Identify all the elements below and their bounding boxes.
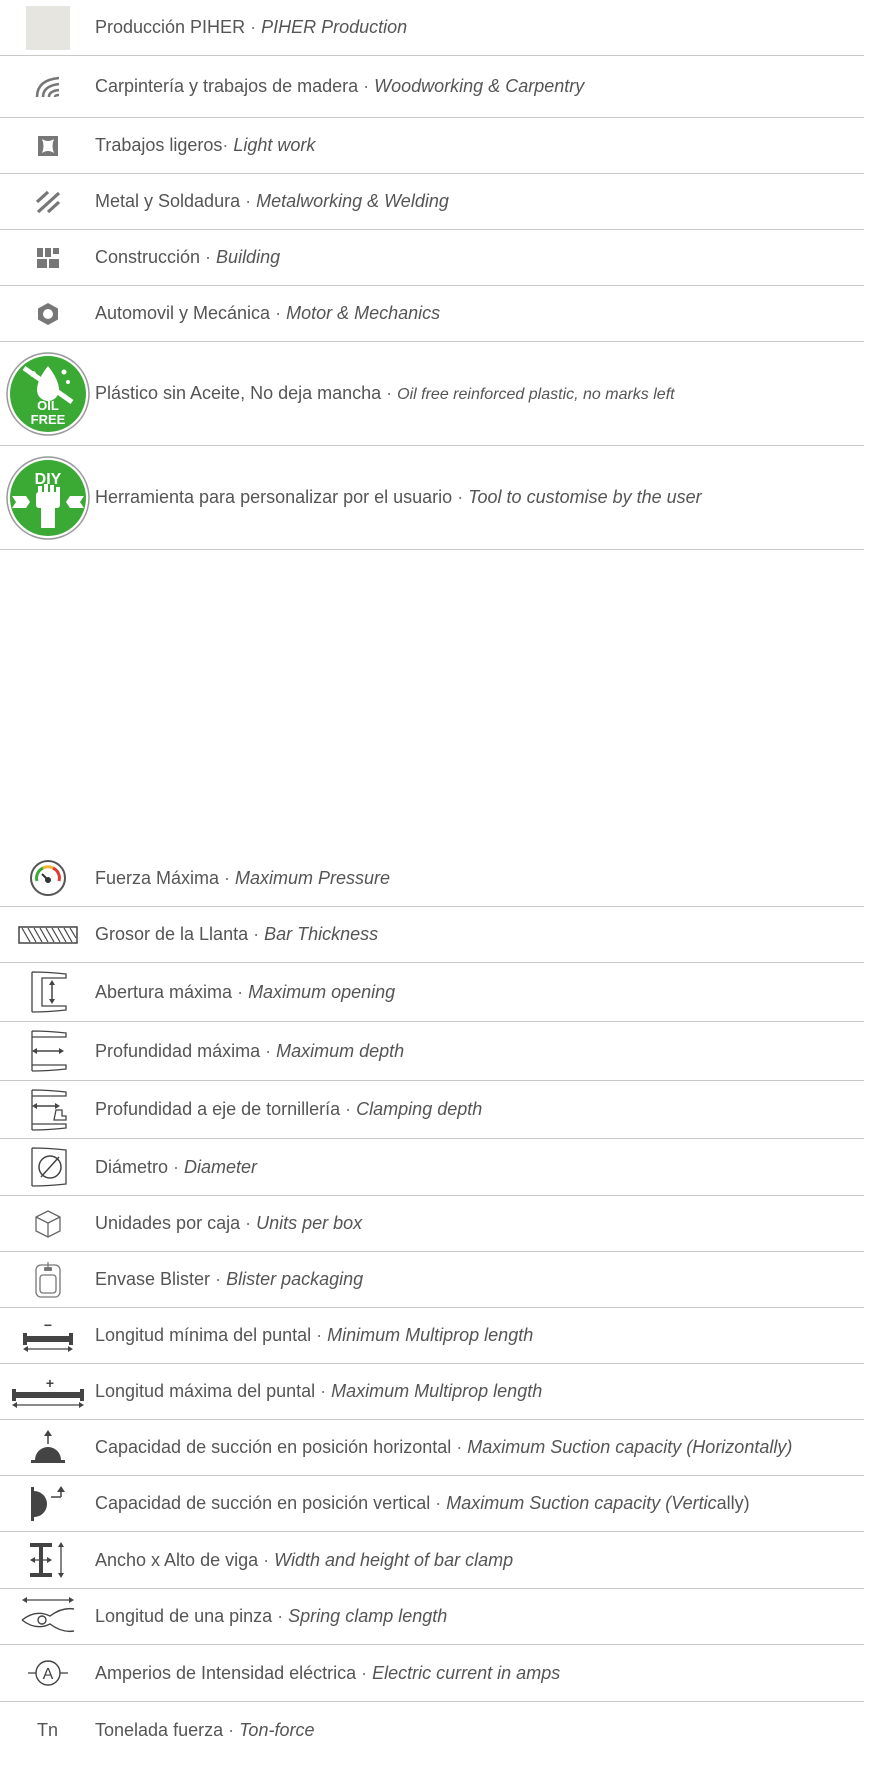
legend-row-bar-clamp-size: Ancho x Alto de viga · Width and height … <box>0 1532 864 1589</box>
legend-row-amperes: A Amperios de Intensidad eléctrica · Ele… <box>0 1645 864 1702</box>
svg-text:FREE: FREE <box>30 412 65 427</box>
svg-text:OIL: OIL <box>37 398 59 413</box>
svg-text:A: A <box>42 1666 53 1683</box>
svg-text:+: + <box>45 1375 53 1391</box>
max-multiprop-length-icon: + <box>0 1375 95 1409</box>
suction-horizontal-icon <box>0 1429 95 1466</box>
metalworking-icon <box>0 190 95 213</box>
woodworking-icon <box>0 76 95 98</box>
building-icon <box>0 247 95 269</box>
max-depth-icon <box>0 1029 95 1073</box>
legend-row-suction-horizontal: Capacidad de succión en posición horizon… <box>0 1420 864 1476</box>
clamping-depth-icon <box>0 1088 95 1132</box>
spring-clamp-length-icon <box>0 1596 95 1637</box>
blister-packaging-icon <box>0 1261 95 1299</box>
legend-row-diy: DIY Herramienta para personalizar por el… <box>0 446 864 550</box>
units-per-box-icon <box>0 1209 95 1239</box>
legend-row-max-depth: Profundidad máxima · Maximum depth <box>0 1022 864 1081</box>
ton-force-glyph: Tn <box>36 1719 58 1740</box>
legend-row-light-work: Trabajos ligeros· Light work <box>0 118 864 174</box>
legend-row-suction-vertical: Capacidad de succión en posición vertica… <box>0 1476 864 1532</box>
legend-row-min-multiprop: − Longitud mínima del puntal · Minimum M… <box>0 1308 864 1364</box>
suction-vertical-icon <box>0 1485 95 1523</box>
diy-badge-icon: DIY <box>0 455 95 540</box>
legend-row-piher-production: Producción PIHER · PIHER Production <box>0 0 864 56</box>
svg-text:DIY: DIY <box>34 471 61 488</box>
legend-row-diameter: Diámetro · Diameter <box>0 1139 864 1196</box>
max-opening-icon <box>0 970 95 1014</box>
legend-row-building: Construcción · Building <box>0 230 864 286</box>
bar-thickness-icon <box>0 925 95 944</box>
legend-row-spring-clamp: Longitud de una pinza · Spring clamp len… <box>0 1589 864 1645</box>
legend-row-metalworking: Metal y Soldadura · Metalworking & Weldi… <box>0 174 864 230</box>
motor-mechanics-icon <box>0 302 95 326</box>
legend-row-units-per-box: Unidades por caja · Units per box <box>0 1196 864 1252</box>
bar-clamp-width-height-icon <box>0 1540 95 1580</box>
diameter-icon <box>0 1146 95 1188</box>
legend-row-woodworking: Carpintería y trabajos de madera · Woodw… <box>0 56 864 118</box>
pressure-gauge-icon <box>0 859 95 897</box>
oil-free-badge-icon: OIL FREE <box>0 351 95 436</box>
legend-row-max-opening: Abertura máxima · Maximum opening <box>0 963 864 1022</box>
ton-force-icon: Tn <box>0 1720 95 1741</box>
legend-row-ton-force: Tn Tonelada fuerza · Ton-force <box>0 1702 864 1758</box>
legend-row-motor-mechanics: Automovil y Mecánica · Motor & Mechanics <box>0 286 864 342</box>
legend-row-oil-free: OIL FREE Plástico sin Aceite, No deja ma… <box>0 342 864 446</box>
light-work-icon <box>0 135 95 157</box>
legend-row-max-multiprop: + Longitud máxima del puntal · Maximum M… <box>0 1364 864 1420</box>
legend-row-max-pressure: Fuerza Máxima · Maximum Pressure <box>0 850 864 907</box>
min-multiprop-length-icon: − <box>0 1319 95 1353</box>
legend-row-bar-thickness: Grosor de la Llanta · Bar Thickness <box>0 907 864 963</box>
legend-row-blister: Envase Blister · Blister packaging <box>0 1252 864 1308</box>
svg-text:−: − <box>43 1319 51 1333</box>
amperes-icon: A <box>0 1659 95 1687</box>
piher-production-swatch-icon <box>0 5 95 50</box>
legend-row-clamping-depth: Profundidad a eje de tornillería · Clamp… <box>0 1081 864 1139</box>
